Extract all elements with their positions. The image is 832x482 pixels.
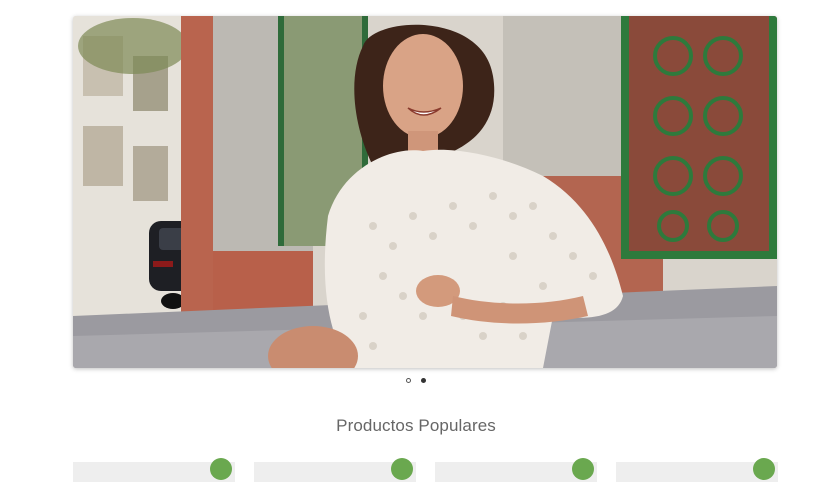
product-grid	[73, 458, 778, 482]
carousel-dot-1[interactable]	[406, 377, 411, 383]
product-badge-icon[interactable]	[753, 458, 775, 480]
product-card[interactable]	[254, 458, 416, 482]
carousel-indicators	[0, 375, 832, 385]
product-card[interactable]	[73, 458, 235, 482]
hero-image	[73, 16, 777, 368]
product-card[interactable]	[435, 458, 597, 482]
hero-carousel[interactable]	[73, 16, 777, 368]
carousel-dot-2[interactable]	[421, 377, 426, 383]
product-badge-icon[interactable]	[391, 458, 413, 480]
product-card[interactable]	[616, 458, 778, 482]
product-badge-icon[interactable]	[572, 458, 594, 480]
product-badge-icon[interactable]	[210, 458, 232, 480]
section-title: Productos Populares	[336, 416, 496, 435]
